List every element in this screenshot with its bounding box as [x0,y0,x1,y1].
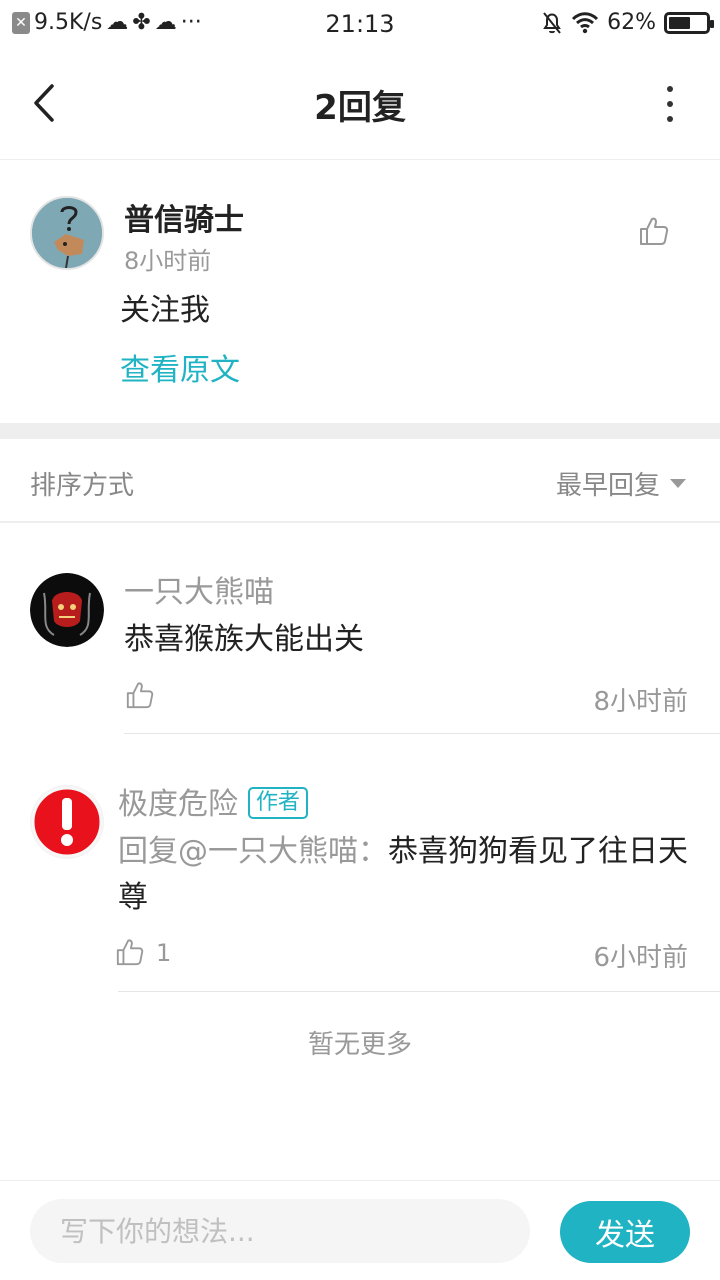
thumbs-up-icon [126,682,154,709]
avatar-image [30,573,104,647]
more-dot [667,116,673,122]
battery-icon [664,11,714,34]
comment-input[interactable] [30,1199,530,1263]
battery-percent: 62% [607,10,656,35]
caret-down-icon[interactable] [670,479,686,488]
post-author[interactable]: 普信骑士 [124,195,244,239]
sort-bar: 排序方式 最早回复 [0,439,720,523]
send-button[interactable]: 发送 [560,1201,690,1263]
section-divider [0,423,720,439]
reply-item: 一只大熊喵 恭喜猴族大能出关 8小时前 [0,523,720,735]
battery-tip [710,19,714,28]
reply-separator [124,733,720,734]
reply-content: 恭喜猴族大能出关 [124,622,364,657]
reply-like-button[interactable] [115,937,145,967]
avatar[interactable] [30,573,104,647]
post-content: 关注我 [120,293,210,328]
status-bar: ✕ 9.5K/s ☁ ✤ ☁ ··· 21:13 62% [0,0,720,50]
wifi-icon [572,11,599,33]
no-more-text: 暂无更多 [307,1030,412,1060]
view-original-link[interactable]: 查看原文 [120,345,240,389]
reply-like-count: 1 [156,939,172,967]
top-navigation-bar: 2回复 [0,50,720,160]
original-comment: 普信骑士 8小时前 关注我 查看原文 [0,161,720,423]
page-title: 2回复 [314,88,406,128]
post-time: 8小时前 [124,247,212,275]
reply-author-line: 极度危险 作者 [118,779,309,823]
more-dot [667,86,673,92]
more-options-button[interactable] [660,86,680,122]
avatar[interactable] [30,785,104,859]
sort-dropdown[interactable]: 最早回复 [556,465,660,502]
like-button[interactable] [638,215,670,247]
thumbs-up-icon [116,939,144,966]
reply-author[interactable]: 一只大熊喵 [124,567,274,611]
sort-label: 排序方式 [30,471,135,501]
reply-item: 极度危险 作者 回复@一只大熊喵：恭喜狗狗看见了往日天尊 1 6小时前 [0,735,720,993]
comment-composer: 发送 [0,1180,720,1280]
avatar[interactable] [30,196,104,270]
more-dot [667,101,673,107]
reply-content-block: 回复@一只大熊喵：恭喜狗狗看见了往日天尊 [118,829,693,921]
author-badge: 作者 [248,787,309,819]
reply-time: 6小时前 [593,943,688,973]
thumbs-up-icon [640,217,669,245]
reply-like-button[interactable] [125,680,155,710]
reply-mention[interactable]: 回复@一只大熊喵： [118,834,388,869]
warning-avatar-icon [31,786,103,858]
mute-bell-icon [543,11,561,34]
reply-time: 8小时前 [593,687,688,717]
reply-separator [118,991,720,992]
reply-author[interactable]: 极度危险 [118,787,238,822]
battery-level [669,16,690,29]
avatar-image [32,198,102,268]
status-right: 62% [541,10,714,35]
